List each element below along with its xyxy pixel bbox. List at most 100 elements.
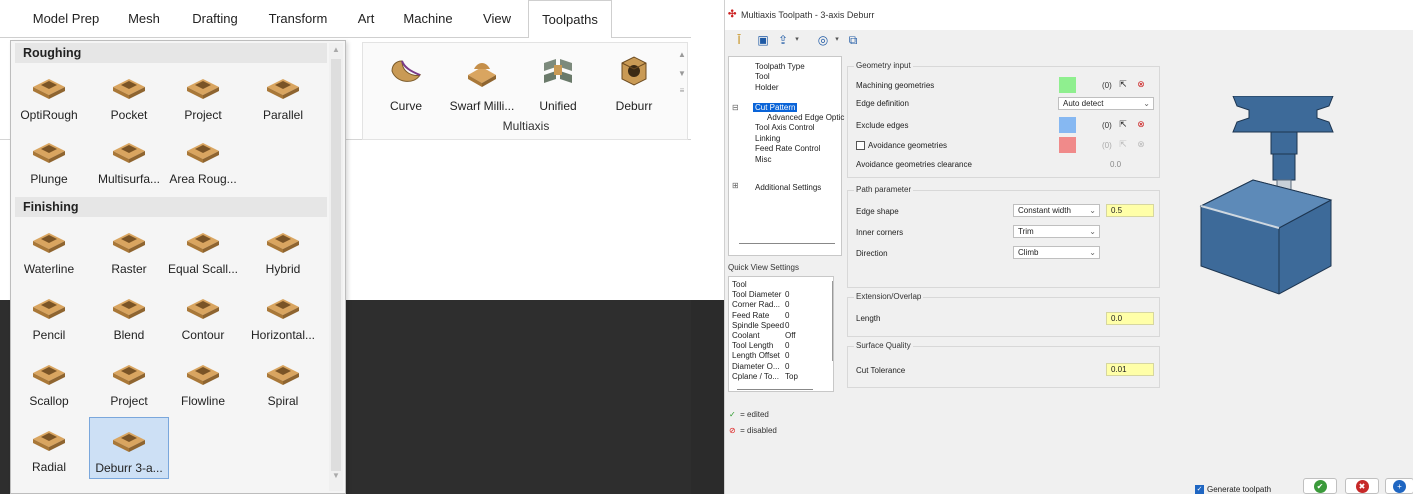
tab-transform[interactable]: Transform — [256, 0, 340, 38]
save-icon[interactable]: ▣ — [755, 32, 771, 48]
tree-item-tool-axis[interactable]: Tool Axis Control — [755, 123, 815, 132]
tree-expand-icon[interactable]: ⊞ — [732, 181, 739, 190]
gallery-item-project[interactable]: Project — [89, 351, 169, 413]
gallery-item-plunge[interactable]: Plunge — [9, 129, 89, 191]
inner-corners-select[interactable]: Trim ⌄ — [1013, 225, 1100, 238]
machining-color-swatch[interactable] — [1059, 77, 1076, 93]
tree-item-toolpath-type[interactable]: Toolpath Type — [755, 62, 805, 71]
gallery-item-area-roug[interactable]: Area Roug... — [163, 129, 243, 191]
gallery-item-radial[interactable]: Radial — [9, 417, 89, 479]
deburr-preview-image — [1199, 96, 1334, 295]
avoidance-geometries-checkbox[interactable]: Avoidance geometries — [856, 141, 947, 151]
ribbon-scroller[interactable]: ▲ ▼ ≡ — [676, 42, 688, 140]
select-cursor-icon[interactable]: ⇱ — [1116, 117, 1130, 131]
gallery-item-label: Hybrid — [265, 262, 301, 276]
gallery-item-pencil[interactable]: Pencil — [9, 285, 89, 347]
ok-button[interactable]: ✔ — [1303, 478, 1337, 494]
contour-icon — [187, 299, 219, 319]
gallery-item-waterline[interactable]: Waterline — [9, 219, 89, 281]
gallery-item-horizontal[interactable]: Horizontal... — [243, 285, 323, 347]
plunge-icon — [33, 143, 65, 163]
clear-selection-icon[interactable]: ⊗ — [1134, 77, 1148, 91]
gallery-item-contour[interactable]: Contour — [163, 285, 243, 347]
chevron-down-icon[interactable]: ▾ — [789, 32, 805, 48]
tree-item-additional[interactable]: Additional Settings — [755, 183, 821, 192]
gallery-item-pocket[interactable]: Pocket — [89, 65, 169, 127]
equal-scall-icon — [187, 233, 219, 253]
horizontal-icon — [267, 299, 299, 319]
clear-selection-icon[interactable]: ⊗ — [1134, 117, 1148, 131]
parameter-tree: Toolpath Type Tool Holder ⊟ Cut Pattern … — [728, 56, 844, 256]
waterline-icon — [33, 233, 65, 253]
gallery-item-label: Radial — [31, 460, 67, 474]
tree-item-advanced-edge[interactable]: Advanced Edge Optic — [767, 113, 844, 122]
quick-view-key: Feed Rate — [732, 310, 770, 320]
gallery-item-deburr-3-a[interactable]: Deburr 3-a... — [89, 417, 169, 479]
gallery-item-optirough[interactable]: OptiRough — [9, 65, 89, 127]
apply-button[interactable]: + — [1385, 478, 1413, 494]
quick-view-value: 0 — [785, 341, 790, 351]
select-cursor-icon[interactable]: ⇱ — [1116, 77, 1130, 91]
tree-collapse-icon[interactable]: ⊟ — [732, 103, 739, 112]
cut-tolerance-input[interactable]: 0.01 — [1106, 363, 1154, 376]
flowline-icon — [187, 365, 219, 385]
path-parameter-group: Path parameter Edge shape Constant width… — [847, 185, 1160, 288]
tree-item-tool[interactable]: Tool — [755, 72, 770, 81]
tool-icon[interactable]: Ī — [731, 32, 747, 48]
quick-view-row: Cplane / To... Top — [732, 372, 798, 381]
legend-edited: ✓ = edited — [729, 410, 769, 419]
tab-machine[interactable]: Machine — [392, 0, 464, 38]
radial-icon — [33, 431, 65, 451]
gallery-item-multisurfa[interactable]: Multisurfa... — [89, 129, 169, 191]
disabled-icon: ⊘ — [729, 426, 736, 435]
gallery-item-spiral[interactable]: Spiral — [243, 351, 323, 413]
gallery-item-label: Equal Scall... — [167, 262, 239, 276]
minimize-dialog-icon[interactable]: ⧉ — [845, 32, 861, 48]
direction-select[interactable]: Climb ⌄ — [1013, 246, 1100, 259]
tree-item-feed-rate[interactable]: Feed Rate Control — [755, 144, 820, 153]
gallery-item-label: Flowline — [180, 394, 225, 408]
cancel-button[interactable]: ✖ — [1345, 478, 1379, 494]
chevron-down-icon: ⌄ — [1089, 206, 1096, 215]
length-label: Length — [856, 314, 881, 323]
gallery-item-hybrid[interactable]: Hybrid — [243, 219, 323, 281]
machining-geometries-label: Machining geometries — [856, 81, 935, 90]
tree-item-misc[interactable]: Misc — [755, 155, 771, 164]
quick-view-key: Length Offset — [732, 351, 780, 361]
gallery-item-project[interactable]: Project — [163, 65, 243, 127]
gallery-item-label: Plunge — [30, 172, 68, 186]
tree-item-holder[interactable]: Holder — [755, 83, 779, 92]
tab-drafting[interactable]: Drafting — [178, 0, 252, 38]
edge-shape-select[interactable]: Constant width ⌄ — [1013, 204, 1100, 217]
quick-view-value: 0 — [785, 300, 790, 310]
gallery-item-flowline[interactable]: Flowline — [163, 351, 243, 413]
generate-toolpath-checkbox[interactable]: ✓ Generate toolpath — [1195, 485, 1271, 494]
tab-art[interactable]: Art — [344, 0, 388, 38]
edge-shape-value-input[interactable]: 0.5 — [1106, 204, 1154, 217]
gallery-item-scallop[interactable]: Scallop — [9, 351, 89, 413]
gallery-item-parallel[interactable]: Parallel — [243, 65, 323, 127]
gallery-item-label: Spiral — [267, 394, 299, 408]
tree-item-cut-pattern[interactable]: Cut Pattern — [753, 103, 798, 112]
gallery-item-raster[interactable]: Raster — [89, 219, 169, 281]
length-input[interactable]: 0.0 — [1106, 312, 1154, 325]
tab-view[interactable]: View — [468, 0, 526, 38]
gallery-item-equal-scall[interactable]: Equal Scall... — [163, 219, 243, 281]
ribbon-curve-button[interactable]: Curve — [367, 49, 445, 115]
section-finishing: Finishing — [15, 197, 327, 217]
gallery-scrollbar[interactable]: ▲ ▼ — [329, 43, 343, 491]
tab-mesh[interactable]: Mesh — [114, 0, 174, 38]
ribbon-unified-button[interactable]: Unified — [519, 49, 597, 115]
ribbon-deburr-button[interactable]: Deburr — [595, 49, 673, 115]
tab-toolpaths[interactable]: Toolpaths — [528, 0, 612, 39]
exclude-color-swatch[interactable] — [1059, 117, 1076, 133]
ribbon-group-label: Multiaxis — [502, 119, 550, 133]
gallery-item-blend[interactable]: Blend — [89, 285, 169, 347]
tree-item-linking[interactable]: Linking — [755, 134, 780, 143]
ribbon-swarf-button[interactable]: Swarf Milli... — [443, 49, 521, 115]
path-parameter-title: Path parameter — [854, 185, 914, 194]
edge-definition-select[interactable]: Auto detect ⌄ — [1058, 97, 1154, 110]
chevron-down-icon[interactable]: ▾ — [829, 32, 845, 48]
tab-model-prep[interactable]: Model Prep — [20, 0, 112, 38]
avoidance-color-swatch[interactable] — [1059, 137, 1076, 153]
